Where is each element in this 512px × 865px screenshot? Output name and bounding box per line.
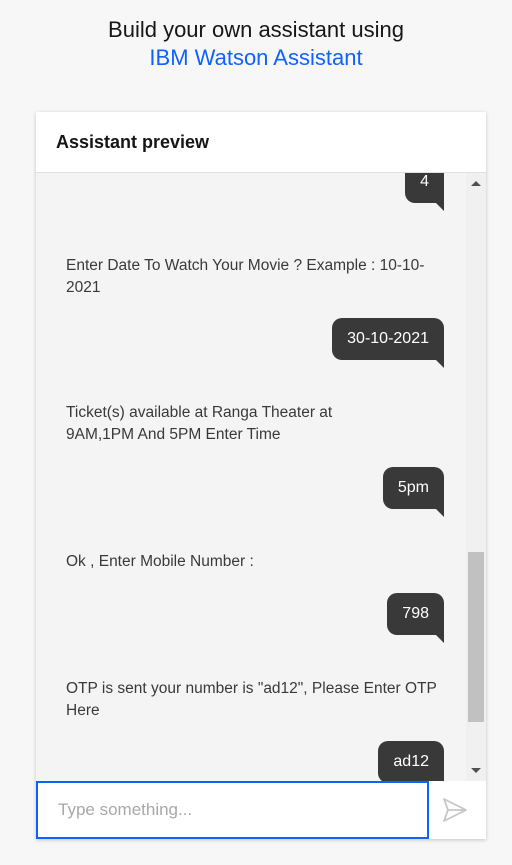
message-input[interactable] xyxy=(36,781,429,839)
page-heading: Build your own assistant using IBM Watso… xyxy=(0,16,512,72)
bot-message: Ok , Enter Mobile Number : xyxy=(66,553,254,570)
user-message: 30-10-2021 xyxy=(332,318,444,368)
send-icon[interactable] xyxy=(441,796,469,824)
scroll-up-arrow-icon[interactable] xyxy=(471,181,481,186)
bot-message: OTP is sent your number is "ad12", Pleas… xyxy=(66,680,437,719)
bot-message: Enter Date To Watch Your Movie ? Example… xyxy=(66,257,425,296)
user-message: 4 xyxy=(405,173,444,211)
user-message: 798 xyxy=(387,593,444,643)
watson-assistant-link[interactable]: IBM Watson Assistant xyxy=(0,44,512,72)
user-message: ad12 xyxy=(378,741,444,781)
scrollbar[interactable] xyxy=(466,173,486,781)
scroll-down-arrow-icon[interactable] xyxy=(471,768,481,773)
scrollbar-thumb[interactable] xyxy=(468,552,484,722)
panel-title: Assistant preview xyxy=(36,112,486,173)
assistant-preview-panel: Assistant preview 4 Enter Date To Watch … xyxy=(36,112,486,839)
user-message: 5pm xyxy=(382,467,445,517)
bot-message: Ticket(s) available at Ranga Theater at … xyxy=(66,404,333,443)
heading-text: Build your own assistant using xyxy=(108,17,404,42)
message-list: 4 Enter Date To Watch Your Movie ? Examp… xyxy=(36,173,466,781)
